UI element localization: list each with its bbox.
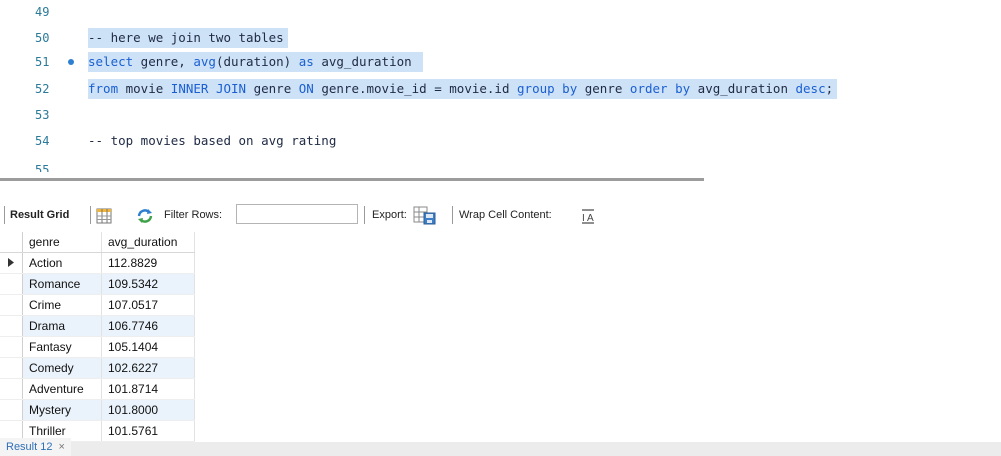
table-row[interactable]: Romance 109.5342 [0,273,195,295]
toolbar-divider [364,206,365,224]
table-row[interactable]: Adventure 101.8714 [0,378,195,400]
code-text: ; [825,81,834,96]
cell-avg-duration[interactable]: 107.0517 [101,294,195,316]
result-toolbar: Result Grid Filter Rows: Export: Wrap Ce… [0,201,1001,229]
kw-group-by: group by [517,81,578,96]
cell-genre[interactable]: Drama [22,315,102,337]
cell-genre[interactable]: Adventure [22,378,102,400]
row-indicator [0,399,23,421]
cell-avg-duration[interactable]: 102.6227 [101,357,195,379]
result-grid[interactable]: genre avg_duration Action 112.8829 Roman… [0,232,220,442]
cell-avg-duration[interactable]: 112.8829 [101,252,195,274]
tab-label: Result 12 [6,441,53,453]
code-text: genre [577,81,630,96]
grid-view-icon[interactable] [96,207,112,224]
grid-header-row: genre avg_duration [0,232,195,253]
editor-horizontal-scrollbar[interactable] [0,178,704,181]
svg-text:I: I [582,213,585,224]
table-row[interactable]: Drama 106.7746 [0,315,195,337]
code-text: (duration) [215,54,299,69]
filter-rows-label: Filter Rows: [164,209,223,221]
sql-statement-line: select genre, avg(duration) as avg_durat… [88,52,424,72]
row-indicator [0,357,23,379]
toolbar-divider [90,206,91,224]
sql-comment: -- top movies based on avg rating [88,133,337,148]
column-header-genre[interactable]: genre [22,232,102,253]
result-tab-bar: Result 12 × [0,438,1001,456]
current-row-arrow-icon [0,252,23,274]
editor-line: 52 from movie INNER JOIN genre ON genre.… [0,77,1001,101]
code-text: avg_duration [313,54,420,69]
cell-genre[interactable]: Crime [22,294,102,316]
row-indicator [0,294,23,316]
code-text: movie [118,81,171,96]
cell-avg-duration[interactable]: 106.7746 [101,315,195,337]
kw-select: select [88,54,134,69]
refresh-filter-icon[interactable] [136,207,154,223]
cell-genre[interactable]: Comedy [22,357,102,379]
code-text: genre, [133,54,194,69]
code-text: genre.movie_id = movie.id [313,81,518,96]
kw-from: from [88,81,119,96]
row-indicator-header [0,232,23,253]
sql-editor[interactable]: 49 50 -- here we join two tables 51 sele… [0,0,1001,172]
wrap-text-icon[interactable]: I A [581,207,595,224]
kw-desc: desc [795,81,826,96]
table-row[interactable]: Crime 107.0517 [0,294,195,316]
row-indicator [0,378,23,400]
kw-as: as [298,54,314,69]
line-number: 49 [35,5,50,19]
row-indicator [0,336,23,358]
table-row[interactable]: Mystery 101.8000 [0,399,195,421]
cell-genre[interactable]: Romance [22,273,102,295]
table-row[interactable]: Fantasy 105.1404 [0,336,195,358]
kw-order-by: order by [629,81,691,96]
cell-genre[interactable]: Fantasy [22,336,102,358]
cell-avg-duration[interactable]: 101.5761 [101,420,195,442]
table-row[interactable]: Comedy 102.6227 [0,357,195,379]
export-icon[interactable] [413,205,437,225]
editor-line: 53 [0,103,1001,127]
line-number: 54 [35,134,50,148]
cell-avg-duration[interactable]: 109.5342 [101,273,195,295]
result-grid-tab[interactable]: Result Grid [10,201,69,229]
editor-line: 50 -- here we join two tables [0,26,1001,50]
editor-line: 51 select genre, avg(duration) as avg_du… [0,50,1001,74]
cell-genre[interactable]: Mystery [22,399,102,421]
line-number: 50 [35,31,50,45]
cell-avg-duration[interactable]: 101.8000 [101,399,195,421]
close-icon[interactable]: × [58,441,64,453]
line-number: 51 [35,55,50,69]
sql-comment: -- here we join two tables [88,28,288,48]
editor-line: 49 [0,0,1001,24]
fn-avg: avg [193,54,216,69]
wrap-cell-content-label: Wrap Cell Content: [459,209,552,221]
row-indicator [0,315,23,337]
export-label: Export: [372,209,407,221]
cell-avg-duration[interactable]: 101.8714 [101,378,195,400]
editor-line: 55 [0,158,1001,172]
line-number: 55 [35,163,50,172]
toolbar-divider [452,206,453,224]
cell-avg-duration[interactable]: 105.1404 [101,336,195,358]
kw-inner-join: INNER JOIN [170,81,247,96]
kw-on: ON [298,81,314,96]
tab-result-12[interactable]: Result 12 × [0,438,71,456]
code-text: genre [246,81,299,96]
filter-rows-input[interactable] [236,204,358,224]
sql-statement-line: from movie INNER JOIN genre ON genre.mov… [88,79,838,99]
row-indicator [0,273,23,295]
cell-genre[interactable]: Action [22,252,102,274]
line-number: 53 [35,108,50,122]
svg-text:A: A [587,213,594,224]
column-header-avg-duration[interactable]: avg_duration [101,232,195,253]
statement-marker-icon[interactable] [68,59,74,65]
code-text: avg_duration [690,81,796,96]
line-number: 52 [35,82,50,96]
table-row[interactable]: Action 112.8829 [0,252,195,274]
editor-line: 54 -- top movies based on avg rating [0,129,1001,153]
toolbar-divider [4,206,5,224]
